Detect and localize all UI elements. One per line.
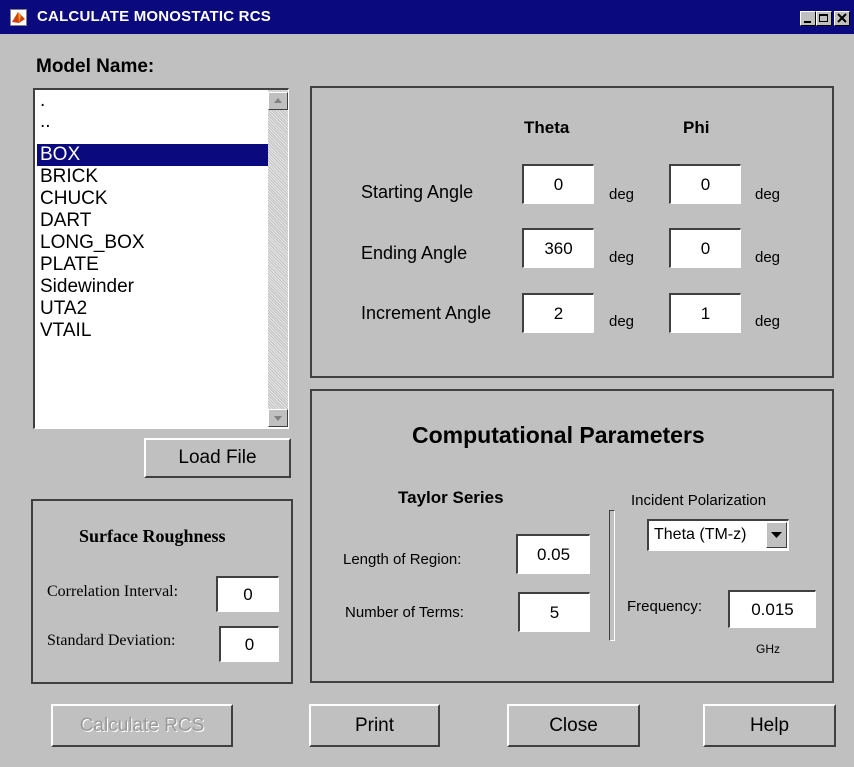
- increment-phi-input[interactable]: [669, 293, 741, 333]
- scroll-up-button[interactable]: [268, 92, 288, 110]
- deg-unit-label: deg: [609, 249, 635, 266]
- starting-theta-input[interactable]: [522, 164, 594, 204]
- frequency-unit-label: GHz: [756, 642, 780, 656]
- taylor-series-title: Taylor Series: [398, 488, 504, 507]
- list-item[interactable]: PLATE: [37, 254, 268, 276]
- close-window-button[interactable]: [834, 11, 850, 26]
- list-item-selected[interactable]: BOX: [37, 144, 268, 166]
- correlation-interval-label: Correlation Interval:: [47, 583, 179, 600]
- ending-angle-label: Ending Angle: [361, 243, 468, 263]
- deg-unit-label: deg: [755, 249, 781, 266]
- computational-parameters-title: Computational Parameters: [412, 422, 705, 448]
- incident-polarization-label: Incident Polarization: [631, 492, 767, 509]
- scroll-up-arrow-icon: [274, 98, 282, 103]
- model-name-label: Model Name:: [36, 56, 155, 77]
- correlation-interval-input[interactable]: [216, 576, 279, 612]
- scrollbar-track[interactable]: [268, 90, 288, 427]
- scroll-down-arrow-icon: [274, 416, 282, 421]
- deg-unit-label: deg: [609, 313, 635, 330]
- model-listbox[interactable]: . .. BOX BRICK CHUCK DART LONG_BOX PLATE…: [33, 88, 289, 429]
- list-item[interactable]: CHUCK: [37, 188, 268, 210]
- polarization-dropdown[interactable]: Theta (TM-z): [647, 519, 789, 551]
- list-item[interactable]: LONG_BOX: [37, 232, 268, 254]
- list-item[interactable]: Sidewinder: [37, 276, 268, 298]
- window-title: CALCULATE MONOSTATIC RCS: [37, 8, 271, 25]
- calculate-rcs-button[interactable]: Calculate RCS: [51, 704, 233, 747]
- matlab-logo-icon[interactable]: [10, 9, 27, 26]
- list-item[interactable]: .: [37, 90, 268, 112]
- list-item[interactable]: DART: [37, 210, 268, 232]
- starting-phi-input[interactable]: [669, 164, 741, 204]
- dropdown-button[interactable]: [766, 522, 787, 548]
- list-item[interactable]: VTAIL: [37, 320, 268, 342]
- help-button[interactable]: Help: [703, 704, 836, 747]
- frequency-label: Frequency:: [627, 598, 703, 615]
- polarization-selected-value: Theta (TM-z): [654, 526, 747, 543]
- increment-theta-input[interactable]: [522, 293, 594, 333]
- deg-unit-label: deg: [755, 313, 781, 330]
- list-item[interactable]: UTA2: [37, 298, 268, 320]
- deg-unit-label: deg: [609, 186, 635, 203]
- print-button[interactable]: Print: [309, 704, 440, 747]
- load-file-button[interactable]: Load File: [144, 438, 291, 478]
- list-item[interactable]: ..: [37, 111, 268, 133]
- list-item[interactable]: BRICK: [37, 166, 268, 188]
- maximize-icon: [819, 14, 828, 22]
- phi-header: Phi: [683, 118, 710, 137]
- length-of-region-label: Length of Region:: [343, 551, 462, 568]
- length-of-region-input[interactable]: [516, 534, 590, 574]
- starting-angle-label: Starting Angle: [361, 182, 474, 202]
- surface-roughness-title: Surface Roughness: [79, 526, 226, 546]
- number-of-terms-input[interactable]: [518, 592, 590, 632]
- close-button[interactable]: Close: [507, 704, 640, 747]
- increment-angle-label: Increment Angle: [361, 303, 492, 323]
- close-icon: [837, 13, 847, 23]
- minimize-button[interactable]: [800, 11, 816, 26]
- scroll-down-button[interactable]: [268, 409, 288, 427]
- chevron-down-icon: [771, 532, 782, 538]
- standard-deviation-label: Standard Deviation:: [47, 632, 176, 649]
- number-of-terms-label: Number of Terms:: [345, 604, 464, 621]
- standard-deviation-input[interactable]: [219, 626, 279, 662]
- vertical-divider: [609, 510, 615, 641]
- deg-unit-label: deg: [755, 186, 781, 203]
- frequency-input[interactable]: [728, 590, 816, 628]
- theta-header: Theta: [524, 118, 570, 137]
- minimize-icon: [804, 21, 811, 23]
- calculate-rcs-window: CALCULATE MONOSTATIC RCS Model Name: . .…: [0, 0, 854, 767]
- title-bar[interactable]: CALCULATE MONOSTATIC RCS: [0, 0, 854, 34]
- ending-phi-input[interactable]: [669, 228, 741, 268]
- maximize-button[interactable]: [816, 11, 832, 26]
- ending-theta-input[interactable]: [522, 228, 594, 268]
